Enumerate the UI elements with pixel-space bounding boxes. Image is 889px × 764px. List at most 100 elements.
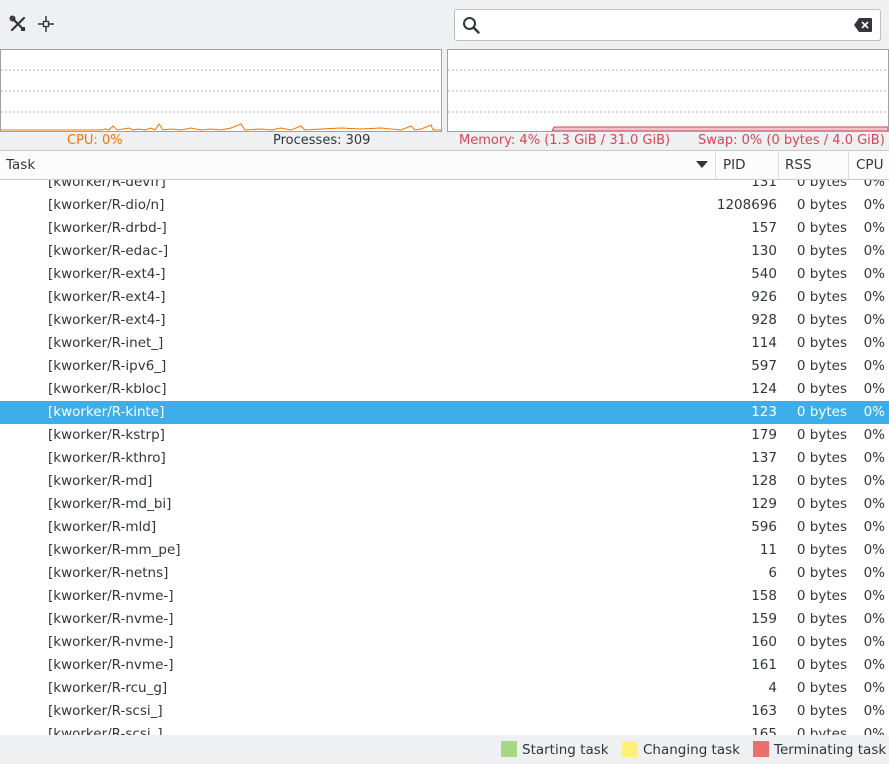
table-row[interactable]: [kworker/R-mm_pe] 11 0 bytes 0% (0, 539, 889, 562)
legend-starting: Starting task (501, 741, 609, 758)
table-row[interactable]: [kworker/R-dio/n] 1208696 0 bytes 0% (0, 194, 889, 217)
crosshair-icon[interactable] (35, 13, 57, 35)
task-cpu: 0% (863, 180, 885, 190)
table-row[interactable]: [kworker/R-md_bi] 129 0 bytes 0% (0, 493, 889, 516)
task-pid: 129 (751, 496, 777, 512)
table-row[interactable]: [kworker/R-kbloc] 124 0 bytes 0% (0, 378, 889, 401)
table-row[interactable]: [kworker/R-nvme-] 160 0 bytes 0% (0, 631, 889, 654)
column-pid[interactable]: PID (717, 151, 779, 179)
task-list[interactable]: [kworker/R-devfr] 131 0 bytes 0% [kworker/R-… (0, 180, 889, 735)
table-row[interactable]: [kworker/R-devfr] 131 0 bytes 0% (0, 180, 889, 194)
search-field[interactable] (454, 9, 881, 41)
task-cpu: 0% (863, 680, 885, 696)
legend-bar: Starting task Changing task Terminating … (0, 735, 889, 764)
task-rss: 0 bytes (796, 611, 847, 627)
task-rows: [kworker/R-devfr] 131 0 bytes 0% [kworker/R-… (0, 180, 889, 735)
task-cpu: 0% (863, 496, 885, 512)
task-name: [kworker/R-mm_pe] (48, 542, 181, 558)
task-pid: 163 (751, 703, 777, 719)
cpu-stat: CPU: 0% (67, 133, 123, 148)
column-cpu[interactable]: CPU (850, 151, 889, 179)
table-row[interactable]: [kworker/R-rcu_g] 4 0 bytes 0% (0, 677, 889, 700)
task-pid: 179 (751, 427, 777, 443)
table-row[interactable]: [kworker/R-drbd-] 157 0 bytes 0% (0, 217, 889, 240)
table-row[interactable]: [kworker/R-edac-] 130 0 bytes 0% (0, 240, 889, 263)
table-row[interactable]: [kworker/R-ipv6_] 597 0 bytes 0% (0, 355, 889, 378)
task-rss: 0 bytes (796, 726, 847, 735)
task-cpu: 0% (863, 726, 885, 735)
table-row[interactable]: [kworker/R-kinte] 123 0 bytes 0% (0, 401, 889, 424)
task-name: [kworker/R-ext4-] (48, 266, 166, 282)
task-name: [kworker/R-ext4-] (48, 289, 166, 305)
task-cpu: 0% (863, 473, 885, 489)
task-cpu: 0% (863, 197, 885, 213)
task-cpu: 0% (863, 427, 885, 443)
task-pid: 597 (751, 358, 777, 374)
task-pid: 123 (751, 404, 777, 420)
task-rss: 0 bytes (796, 634, 847, 650)
memory-graph (447, 49, 889, 132)
column-task[interactable]: Task (0, 151, 716, 179)
task-cpu: 0% (863, 358, 885, 374)
task-name: [kworker/R-kbloc] (48, 381, 167, 397)
task-rss: 0 bytes (796, 220, 847, 236)
clear-icon[interactable] (854, 18, 872, 36)
task-name: [kworker/R-dio/n] (48, 197, 165, 213)
task-name: [kworker/R-kinte] (48, 404, 165, 420)
table-row[interactable]: [kworker/R-md] 128 0 bytes 0% (0, 470, 889, 493)
legend-changing-label: Changing task (643, 742, 740, 758)
task-name: [kworker/R-nvme-] (48, 588, 174, 604)
table-row[interactable]: [kworker/R-ext4-] 926 0 bytes 0% (0, 286, 889, 309)
swap-stat: Swap: 0% (0 bytes / 4.0 GiB) (698, 133, 885, 148)
task-rss: 0 bytes (796, 427, 847, 443)
task-rss: 0 bytes (796, 335, 847, 351)
table-row[interactable]: [kworker/R-nvme-] 158 0 bytes 0% (0, 585, 889, 608)
terminating-swatch (753, 741, 769, 757)
table-row[interactable]: [kworker/R-nvme-] 161 0 bytes 0% (0, 654, 889, 677)
task-pid: 114 (751, 335, 777, 351)
task-cpu: 0% (863, 266, 885, 282)
task-cpu: 0% (863, 611, 885, 627)
task-pid: 596 (751, 519, 777, 535)
column-rss[interactable]: RSS (779, 151, 849, 179)
column-header: Task PID RSS CPU (0, 150, 889, 180)
task-name: [kworker/R-scsi_] (48, 703, 163, 719)
task-cpu: 0% (863, 289, 885, 305)
table-row[interactable]: [kworker/R-scsi_] 163 0 bytes 0% (0, 700, 889, 723)
task-cpu: 0% (863, 335, 885, 351)
tools-icon[interactable] (7, 13, 29, 35)
task-rss: 0 bytes (796, 450, 847, 466)
task-cpu: 0% (863, 657, 885, 673)
search-input[interactable] (487, 14, 847, 36)
task-cpu: 0% (863, 450, 885, 466)
table-row[interactable]: [kworker/R-mld] 596 0 bytes 0% (0, 516, 889, 539)
table-row[interactable]: [kworker/R-kstrp] 179 0 bytes 0% (0, 424, 889, 447)
memory-stat: Memory: 4% (1.3 GiB / 31.0 GiB) (459, 133, 671, 148)
search-icon (462, 16, 480, 38)
table-row[interactable]: [kworker/R-netns] 6 0 bytes 0% (0, 562, 889, 585)
task-rss: 0 bytes (796, 358, 847, 374)
task-rss: 0 bytes (796, 289, 847, 305)
task-cpu: 0% (863, 588, 885, 604)
task-cpu: 0% (863, 381, 885, 397)
task-rss: 0 bytes (796, 565, 847, 581)
table-row[interactable]: [kworker/R-scsi_] 165 0 bytes 0% (0, 723, 889, 735)
task-rss: 0 bytes (796, 703, 847, 719)
task-name: [kworker/R-ipv6_] (48, 358, 167, 374)
table-row[interactable]: [kworker/R-inet_] 114 0 bytes 0% (0, 332, 889, 355)
table-row[interactable]: [kworker/R-kthro] 137 0 bytes 0% (0, 447, 889, 470)
table-row[interactable]: [kworker/R-nvme-] 159 0 bytes 0% (0, 608, 889, 631)
changing-swatch (622, 741, 638, 757)
task-pid: 160 (751, 634, 777, 650)
task-pid: 130 (751, 243, 777, 259)
task-pid: 137 (751, 450, 777, 466)
task-name: [kworker/R-nvme-] (48, 634, 174, 650)
task-name: [kworker/R-scsi_] (48, 726, 163, 735)
task-pid: 540 (751, 266, 777, 282)
task-rss: 0 bytes (796, 657, 847, 673)
table-row[interactable]: [kworker/R-ext4-] 540 0 bytes 0% (0, 263, 889, 286)
legend-starting-label: Starting task (522, 742, 609, 758)
task-pid: 4 (768, 680, 777, 696)
table-row[interactable]: [kworker/R-ext4-] 928 0 bytes 0% (0, 309, 889, 332)
task-pid: 158 (751, 588, 777, 604)
